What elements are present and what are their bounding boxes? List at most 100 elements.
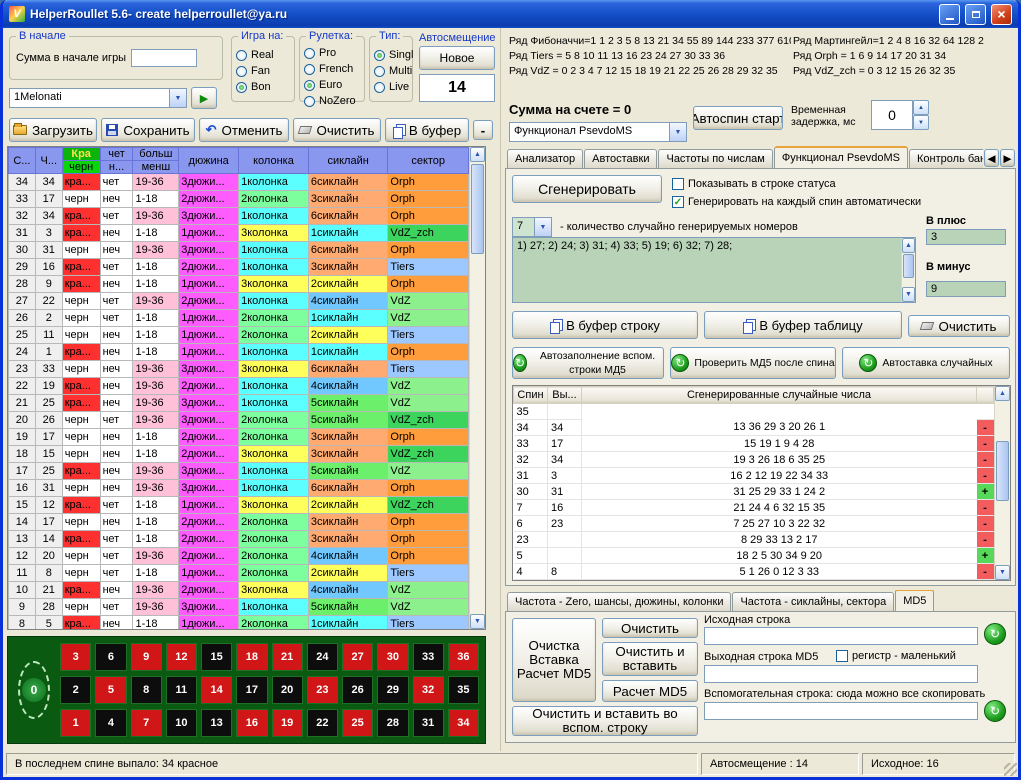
spin-winning-number[interactable]: 31 [547,484,581,500]
history-cell[interactable]: 2дюжи... [179,514,239,531]
radio-singl[interactable]: Singl [374,48,408,62]
spin-row[interactable]: 6237 25 27 10 3 22 32- [514,516,994,532]
history-cell[interactable]: 1колонка [239,259,309,276]
history-cell[interactable]: чет [100,412,133,429]
board-number-7[interactable]: 7 [131,709,162,737]
delay-value[interactable]: 0 [871,100,913,130]
history-cell[interactable]: 31 [9,225,36,242]
spin-row[interactable]: 343413 36 29 3 20 26 1- [514,420,994,436]
history-cell[interactable]: 6сиклайн [308,480,388,497]
history-col-subheader[interactable]: менш [133,161,179,174]
history-cell[interactable]: 4сиклайн [308,548,388,565]
md5-clear-button[interactable]: Очистить [602,618,698,638]
history-cell[interactable]: 1-18 [133,497,179,514]
board-number-24[interactable]: 24 [307,643,338,671]
history-cell[interactable]: 21 [35,582,62,599]
history-cell[interactable]: черн [62,548,100,565]
radio-live[interactable]: Live [374,80,408,94]
history-cell[interactable]: неч [100,446,133,463]
close-button[interactable]: × [991,4,1012,25]
tab-Функционал PsevdoMS[interactable]: Функционал PsevdoMS [774,146,908,168]
functional-combo[interactable]: Функционал PsevdoMS ▼ [509,122,687,142]
history-cell[interactable]: 3дюжи... [179,242,239,259]
history-cell[interactable]: 3колонка [239,276,309,293]
board-number-26[interactable]: 26 [342,676,373,704]
tabs-scroll-right-icon[interactable]: ► [1000,149,1015,167]
spin-winning-number[interactable]: 16 [547,500,581,516]
board-number-15[interactable]: 15 [201,643,232,671]
history-cell[interactable]: 19-36 [133,361,179,378]
history-cell[interactable]: 5сиклайн [308,412,388,429]
buffer-button[interactable]: В буфер [385,118,469,142]
history-cell[interactable]: 30 [9,242,36,259]
start-sum-input[interactable] [131,49,197,67]
history-cell[interactable]: 2дюжи... [179,548,239,565]
genbox-scrollbar[interactable]: ▲ ▼ [901,238,915,302]
history-cell[interactable]: 3колонка [239,361,309,378]
history-col-subheader[interactable]: черн [62,161,100,174]
radio-nozero[interactable]: NoZero [304,94,360,108]
table-row[interactable]: 3434кра...чет19-363дюжи...1колонка6сикла… [9,174,469,191]
tab-Контроль банкролла[interactable]: Контроль банкролла [909,149,983,168]
history-cell[interactable]: 1колонка [239,242,309,259]
history-cell[interactable]: 2колонка [239,327,309,344]
table-row[interactable]: 118чернчет1-181дюжи...2колонка2сиклайнTi… [9,565,469,582]
title-bar[interactable]: V HelperRoullet 5.6- create helperroulle… [3,0,1018,28]
history-cell[interactable]: 5сиклайн [308,395,388,412]
history-cell[interactable]: 6сиклайн [308,174,388,191]
history-cell[interactable]: Tiers [388,327,469,344]
history-cell[interactable]: 31 [35,480,62,497]
history-cell[interactable]: 19-36 [133,599,179,616]
history-cell[interactable]: VdZ [388,582,469,599]
history-cell[interactable]: Orph [388,548,469,565]
history-col-header[interactable]: дюжина [179,148,239,174]
history-cell[interactable]: Orph [388,174,469,191]
history-cell[interactable]: черн [62,293,100,310]
board-number-12[interactable]: 12 [166,643,197,671]
spin-generated-numbers[interactable]: 18 2 5 30 34 9 20 [581,548,976,564]
spin-row[interactable]: 518 2 5 30 34 9 20+ [514,548,994,564]
radio-bon[interactable]: Bon [236,80,290,94]
table-row[interactable]: 1021кра...неч19-362дюжи...3колонка4сикла… [9,582,469,599]
spin-down-icon[interactable]: ▼ [913,115,929,130]
history-cell[interactable]: Tiers [388,361,469,378]
delay-spinner[interactable]: 0 ▲ ▼ [871,100,929,130]
history-cell[interactable]: 1колонка [239,208,309,225]
history-cell[interactable]: кра... [62,616,100,631]
history-cell[interactable]: 8 [35,565,62,582]
history-cell[interactable]: 34 [35,208,62,225]
table-row[interactable]: 1512кра...чет1-181дюжи...3колонка2сиклай… [9,497,469,514]
history-cell[interactable]: кра... [62,344,100,361]
board-number-14[interactable]: 14 [201,676,232,704]
history-cell[interactable]: 4сиклайн [308,293,388,310]
history-cell[interactable]: Tiers [388,565,469,582]
board-number-34[interactable]: 34 [448,709,479,737]
resize-grip[interactable] [1004,763,1017,776]
history-cell[interactable]: 18 [9,446,36,463]
history-cell[interactable]: 6сиклайн [308,208,388,225]
history-cell[interactable]: неч [100,378,133,395]
history-cell[interactable]: 1-18 [133,276,179,293]
radio-multi[interactable]: Multi [374,64,408,78]
table-row[interactable]: 1220чернчет19-362дюжи...2колонка4сиклайн… [9,548,469,565]
history-cell[interactable]: 6сиклайн [308,242,388,259]
history-cell[interactable]: чет [100,497,133,514]
table-row[interactable]: 262чернчет1-181дюжи...2колонка1сиклайнVd… [9,310,469,327]
history-cell[interactable]: черн [62,361,100,378]
radio-french[interactable]: French [304,62,360,76]
history-cell[interactable]: 17 [35,429,62,446]
history-cell[interactable]: 1колонка [239,480,309,497]
scroll-down-icon[interactable]: ▼ [902,287,915,302]
spin-row[interactable]: 238 29 33 13 2 17- [514,532,994,548]
md5-master-button[interactable]: Очистка Вставка Расчет MD5 [512,618,596,702]
table-row[interactable]: 85кра...неч1-181дюжи...2колонка1сиклайнT… [9,616,469,631]
radio-pro[interactable]: Pro [304,46,360,60]
history-cell[interactable]: 2колонка [239,548,309,565]
history-cell[interactable]: неч [100,429,133,446]
board-number-6[interactable]: 6 [95,643,126,671]
history-cell[interactable]: 3колонка [239,497,309,514]
autobet-button[interactable]: ↻Автоставка случайных [842,347,1010,379]
history-cell[interactable]: 5 [35,616,62,631]
history-cell[interactable]: 1сиклайн [308,616,388,631]
history-cell[interactable]: VdZ_zch [388,225,469,242]
